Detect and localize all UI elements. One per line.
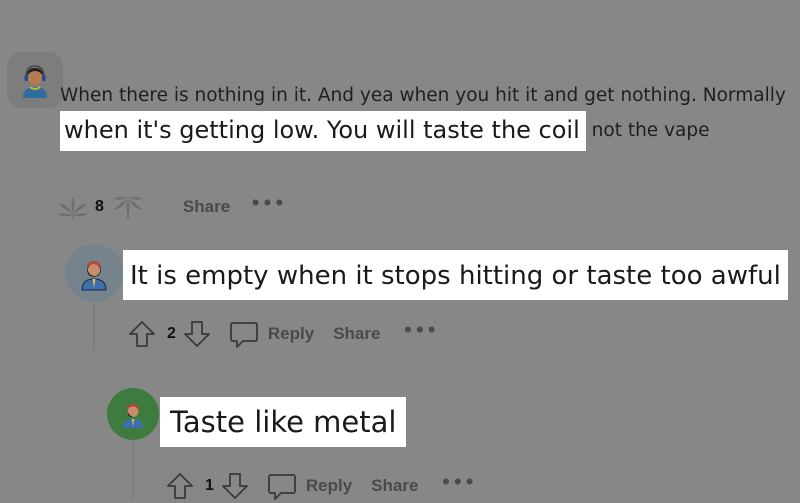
leaf-upvote-icon[interactable] [55, 194, 91, 220]
comment-actions: 2 Reply Share ••• [127, 317, 438, 351]
upvote-arrow-icon[interactable] [127, 319, 157, 349]
share-button[interactable]: Share [183, 197, 230, 217]
support-agent-avatar-icon [118, 399, 148, 429]
comment-text: not the vape [585, 120, 710, 141]
thread-line[interactable] [93, 303, 95, 351]
downvote-arrow-icon[interactable] [182, 319, 212, 349]
comment-body: When there is nothing in it. And yea whe… [60, 80, 800, 151]
comment-text: When there is nothing in it. And yea whe… [60, 85, 786, 106]
reply-button[interactable]: Reply [268, 324, 314, 344]
vote-count: 8 [95, 198, 104, 215]
headset-person-avatar-icon [15, 60, 55, 100]
thread-line[interactable] [132, 441, 134, 500]
support-agent-avatar-icon [76, 255, 112, 291]
vote-count: 1 [205, 477, 214, 494]
vote-count: 2 [167, 325, 176, 342]
highlighted-comment-text: It is empty when it stops hitting or tas… [123, 250, 788, 300]
comment-actions: 1 Reply Share ••• [165, 469, 476, 503]
downvote-arrow-icon[interactable] [220, 471, 250, 501]
avatar[interactable] [65, 244, 123, 302]
more-options-button[interactable]: ••• [440, 473, 476, 493]
share-button[interactable]: Share [333, 324, 380, 344]
comment-bubble-icon[interactable] [229, 319, 259, 349]
comment-bubble-icon[interactable] [267, 471, 297, 501]
reply-button[interactable]: Reply [306, 476, 352, 496]
highlighted-text: when it's getting low. You will taste th… [60, 111, 586, 151]
more-options-button[interactable]: ••• [250, 194, 286, 214]
share-button[interactable]: Share [371, 476, 418, 496]
highlighted-comment-text: Taste like metal [160, 397, 407, 447]
upvote-arrow-icon[interactable] [165, 471, 195, 501]
leaf-downvote-icon[interactable] [110, 193, 146, 221]
more-options-button[interactable]: ••• [402, 321, 438, 341]
comment-actions: 8 Share ••• [55, 190, 286, 224]
avatar[interactable] [7, 52, 63, 108]
avatar[interactable] [107, 388, 159, 440]
